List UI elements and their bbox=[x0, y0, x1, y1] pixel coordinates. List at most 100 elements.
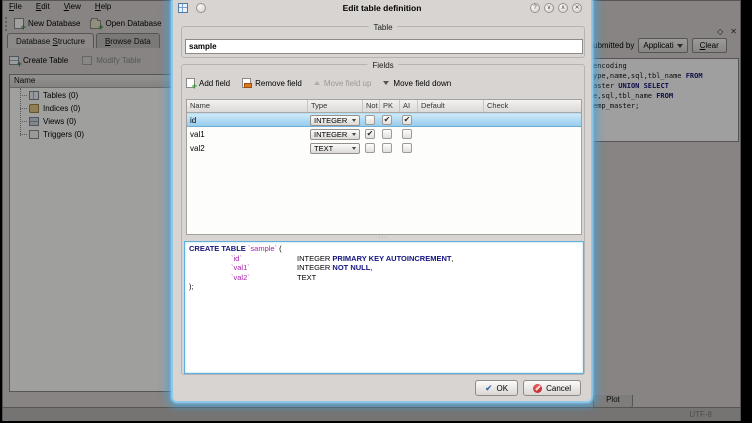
sql-preview[interactable]: CREATE TABLE `sample` ( `id`INTEGER PRIM… bbox=[184, 241, 584, 374]
column-header-ai[interactable]: AI bbox=[399, 100, 417, 112]
field-check-cell[interactable] bbox=[483, 114, 581, 126]
text-segment: ype,name,sql,tbl_name bbox=[593, 72, 686, 80]
text-segment: `sample` bbox=[248, 244, 277, 253]
shade-window-button[interactable]: ∨ bbox=[544, 3, 554, 13]
splitter-handle[interactable]: ··· bbox=[378, 236, 388, 240]
not-null-checkbox[interactable] bbox=[365, 115, 375, 125]
text-segment: `val1` bbox=[231, 263, 297, 273]
tree-branch-line bbox=[20, 88, 21, 136]
structure-panel-buttons: Create Table Modify Table bbox=[9, 56, 141, 65]
triggers-icon bbox=[29, 130, 39, 139]
text-line: emp_master; bbox=[593, 101, 737, 111]
field-row-val2[interactable]: val2TEXT bbox=[187, 141, 581, 155]
menu-help[interactable]: Help bbox=[95, 2, 111, 13]
tree-item-triggers[interactable]: Triggers (0) bbox=[10, 128, 178, 141]
column-header-pk[interactable]: PK bbox=[379, 100, 399, 112]
text-segment: ); bbox=[189, 282, 194, 291]
menu-view[interactable]: View bbox=[64, 2, 81, 13]
field-check-cell[interactable] bbox=[483, 141, 581, 155]
tree-item-tables[interactable]: Tables (0) bbox=[10, 89, 178, 102]
type-combobox[interactable]: INTEGER bbox=[310, 129, 360, 140]
move-field-up-button: Move field up bbox=[314, 79, 372, 88]
text-segment: CREATE TABLE bbox=[189, 244, 246, 253]
tree-branch bbox=[20, 134, 27, 135]
not-null-checkbox[interactable] bbox=[365, 143, 375, 153]
add-field-button[interactable]: Add field bbox=[186, 78, 230, 88]
field-default-cell[interactable] bbox=[417, 114, 483, 126]
type-combobox[interactable]: TEXT bbox=[310, 143, 360, 154]
tree-column-header[interactable]: Name bbox=[10, 75, 178, 88]
modify-table-button: Modify Table bbox=[82, 56, 141, 65]
create-table-button[interactable]: Create Table bbox=[9, 56, 68, 65]
field-name-cell[interactable]: id bbox=[187, 114, 307, 126]
text-segment: e,sql,tbl_name bbox=[593, 92, 656, 100]
pk-checkbox[interactable] bbox=[382, 143, 392, 153]
pk-checkbox[interactable] bbox=[382, 129, 392, 139]
ai-checkbox[interactable]: ✔ bbox=[402, 115, 412, 125]
type-combobox[interactable]: INTEGER bbox=[310, 115, 360, 126]
field-name-cell[interactable]: val2 bbox=[187, 141, 307, 155]
pk-checkbox[interactable]: ✔ bbox=[382, 115, 392, 125]
sql-log-text[interactable]: encodingype,name,sql,tbl_name FROMaster … bbox=[591, 58, 739, 142]
cancel-button[interactable]: Cancel bbox=[523, 380, 581, 396]
dock-float-icon[interactable]: ◇ bbox=[717, 27, 723, 36]
text-segment: INTEGER bbox=[297, 254, 332, 263]
tab-database-structure[interactable]: Database Structure bbox=[7, 33, 94, 48]
field-default-cell[interactable] bbox=[417, 141, 483, 155]
tree-branch bbox=[20, 108, 27, 109]
remove-field-label: Remove field bbox=[255, 79, 302, 88]
tree-item-views[interactable]: Views (0) bbox=[10, 115, 178, 128]
tree-branch bbox=[20, 95, 27, 96]
tables-icon bbox=[29, 91, 39, 100]
encoding-status: UTF-8 bbox=[689, 410, 712, 419]
column-header-not[interactable]: Not bbox=[362, 100, 379, 112]
dock-close-icon[interactable]: ✕ bbox=[730, 27, 737, 36]
status-bar: UTF-8 bbox=[3, 407, 740, 421]
create-table-label: Create Table bbox=[23, 56, 68, 65]
move-down-icon bbox=[383, 81, 389, 85]
remove-field-button[interactable]: Remove field bbox=[242, 78, 302, 88]
text-line: `val1`INTEGER NOT NULL, bbox=[189, 263, 579, 273]
table-name-input[interactable]: sample bbox=[185, 39, 583, 54]
column-header-default[interactable]: Default bbox=[417, 100, 483, 112]
tab-browse-data[interactable]: Browse Data bbox=[96, 33, 160, 48]
field-name-cell[interactable]: val1 bbox=[187, 127, 307, 141]
tree-item-indices[interactable]: Indices (0) bbox=[10, 102, 178, 115]
open-database-button[interactable]: Open Database bbox=[85, 16, 166, 31]
field-default-cell[interactable] bbox=[417, 127, 483, 141]
help-window-button[interactable]: ? bbox=[530, 3, 540, 13]
column-header-type[interactable]: Type bbox=[307, 100, 362, 112]
ok-button[interactable]: ✔ OK bbox=[475, 380, 518, 396]
log-filter-combobox[interactable]: Applicati bbox=[638, 38, 687, 53]
ai-checkbox[interactable] bbox=[402, 143, 412, 153]
fields-groupbox: Fields Add field Remove field Move field… bbox=[181, 64, 585, 375]
chevron-down-icon bbox=[352, 147, 356, 150]
chevron-down-icon bbox=[352, 119, 356, 122]
fields-grid-header: NameTypeNotPKAIDefaultCheck bbox=[187, 100, 581, 113]
menu-edit[interactable]: Edit bbox=[36, 2, 50, 13]
menu-file[interactable]: File bbox=[9, 2, 22, 13]
remove-field-icon bbox=[242, 78, 251, 88]
text-segment bbox=[189, 254, 231, 264]
keep-above-window-button[interactable]: ∧ bbox=[558, 3, 568, 13]
field-check-cell[interactable] bbox=[483, 127, 581, 141]
text-segment: , bbox=[370, 263, 372, 272]
field-row-id[interactable]: idINTEGER ✔ ✔ bbox=[187, 113, 581, 127]
ai-checkbox[interactable] bbox=[402, 129, 412, 139]
move-field-down-button[interactable]: Move field down bbox=[383, 79, 451, 88]
column-header-name[interactable]: Name bbox=[187, 100, 307, 112]
move-field-down-label: Move field down bbox=[393, 79, 451, 88]
dialog-title-bar[interactable]: Edit table definition ? ∨ ∧ ✕ bbox=[173, 0, 591, 15]
modify-table-icon bbox=[82, 56, 92, 65]
fields-grid: NameTypeNotPKAIDefaultCheck idINTEGER✔✔v… bbox=[186, 99, 582, 235]
text-segment: UNION SELECT bbox=[618, 82, 669, 90]
checkbox-cell bbox=[379, 141, 399, 155]
new-database-button[interactable]: New Database bbox=[9, 16, 85, 31]
text-segment: PRIMARY KEY AUTOINCREMENT bbox=[332, 254, 451, 263]
field-row-val1[interactable]: val1INTEGER ✔ bbox=[187, 127, 581, 141]
not-null-checkbox[interactable]: ✔ bbox=[365, 129, 375, 139]
text-line: encoding bbox=[593, 61, 737, 71]
clear-log-button[interactable]: Clear bbox=[692, 38, 727, 53]
close-window-button[interactable]: ✕ bbox=[572, 3, 582, 13]
column-header-check[interactable]: Check bbox=[483, 100, 581, 112]
